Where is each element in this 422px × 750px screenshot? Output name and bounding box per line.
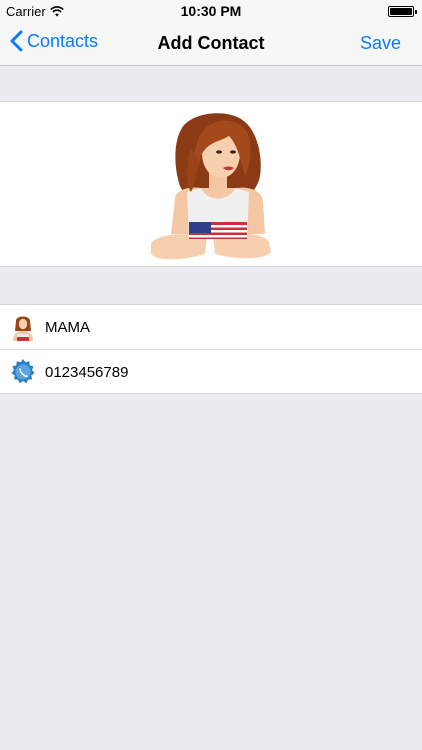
woman-illustration — [151, 113, 271, 260]
page-title: Add Contact — [157, 33, 265, 53]
battery-icon — [388, 6, 417, 17]
navigation-bar: Contacts Add Contact Save — [0, 22, 422, 66]
status-bar: Carrier 10:30 PM — [0, 0, 422, 22]
phone-row — [0, 350, 422, 394]
save-button[interactable]: Save — [360, 33, 401, 54]
contact-photo-cell — [0, 101, 422, 267]
status-time: 10:30 PM — [180, 3, 242, 19]
name-row — [0, 305, 422, 349]
name-field[interactable] — [45, 315, 405, 339]
person-icon — [13, 316, 33, 341]
contact-photo[interactable] — [145, 104, 275, 266]
phone-badge-icon — [11, 359, 35, 384]
contact-fields — [0, 304, 422, 394]
phone-field[interactable] — [45, 360, 405, 384]
